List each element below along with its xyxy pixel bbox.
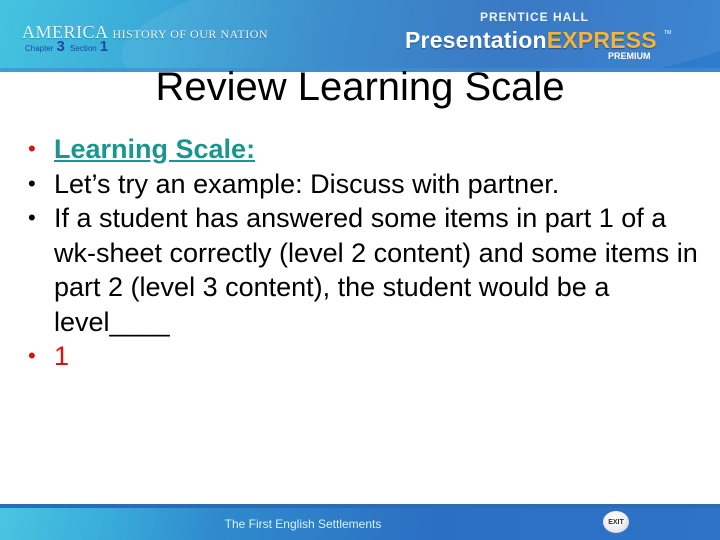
bullet-item: • Learning Scale: xyxy=(26,132,706,167)
bullet-text: Let’s try an example: Discuss with partn… xyxy=(54,168,560,199)
bullet-text-link[interactable]: Learning Scale: xyxy=(54,134,255,164)
trademark-mark: TM xyxy=(664,30,672,36)
product-name-b: EXPRESS xyxy=(546,27,657,53)
exit-button[interactable]: EXIT xyxy=(603,511,629,533)
slide-title: Review Learning Scale xyxy=(155,65,565,109)
section-number: 1 xyxy=(99,38,109,55)
product-name-a: Presentation xyxy=(405,27,547,53)
bullet-text: If a student has answered some items in … xyxy=(54,203,698,337)
section-label: Section xyxy=(70,44,97,53)
bullet-icon: • xyxy=(28,343,36,368)
brand-sub: HISTORY OF OUR NATION xyxy=(112,27,269,41)
footer-section-title: The First English Settlements xyxy=(224,517,382,531)
edition-label: PREMIUM xyxy=(608,51,651,61)
bullet-item: • 1 xyxy=(26,339,706,374)
footer-divider xyxy=(0,504,720,508)
bullet-icon: • xyxy=(28,205,36,230)
publisher-name: PRENTICE HALL xyxy=(480,10,589,24)
product-logo: PresentationEXPRESS xyxy=(405,27,657,54)
chapter-section-indicator: Chapter 3 Section 1 xyxy=(25,38,111,55)
bullet-item: • If a student has answered some items i… xyxy=(26,201,706,339)
chapter-label: Chapter xyxy=(25,44,54,53)
chapter-number: 3 xyxy=(56,38,65,55)
bullet-item: • Let’s try an example: Discuss with par… xyxy=(26,167,706,202)
bullet-text: 1 xyxy=(54,341,70,371)
bullet-icon: • xyxy=(28,170,36,196)
bullet-icon: • xyxy=(28,136,36,161)
bullet-list: • Learning Scale: • Let’s try an example… xyxy=(26,132,706,374)
